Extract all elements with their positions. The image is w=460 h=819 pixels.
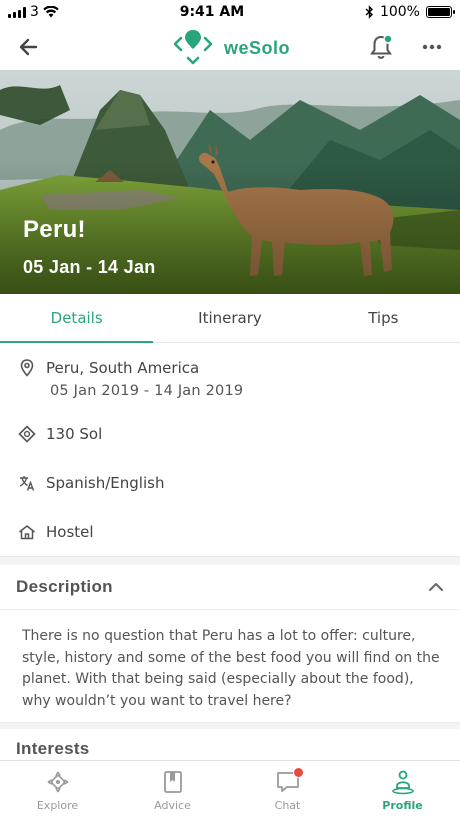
location-pin-icon: [18, 359, 36, 377]
logo-icon: [173, 30, 213, 65]
language-row: Spanish/English: [18, 458, 460, 507]
section-divider: [0, 722, 460, 729]
nav-explore[interactable]: Explore: [0, 761, 115, 819]
interests-title: Interests: [16, 739, 90, 758]
tab-tips[interactable]: Tips: [307, 294, 460, 342]
bottom-nav: Explore Advice Chat Profile: [0, 760, 460, 819]
details-list: Peru, South America 05 Jan 2019 - 14 Jan…: [0, 343, 460, 556]
description-header[interactable]: Description: [0, 565, 460, 609]
notification-bell-icon[interactable]: [368, 33, 394, 61]
budget-text: 130 Sol: [46, 424, 103, 443]
budget-row: 130 Sol: [18, 409, 460, 458]
tab-details[interactable]: Details: [0, 294, 153, 342]
wifi-icon: [43, 6, 59, 18]
chevron-up-icon[interactable]: [428, 582, 444, 592]
language-text: Spanish/English: [46, 473, 165, 492]
explore-icon: [47, 771, 68, 793]
back-arrow-icon[interactable]: [16, 34, 42, 60]
more-options-icon[interactable]: [422, 44, 442, 50]
status-bar: 3 9:41 AM 100%: [0, 0, 460, 24]
carrier-label: 3: [30, 4, 39, 20]
house-icon: [18, 523, 36, 541]
active-tab-indicator: [0, 341, 153, 343]
chat-badge: [292, 767, 304, 778]
trip-title: Peru!: [23, 216, 86, 243]
price-tag-icon: [18, 424, 36, 443]
status-left: 3: [8, 4, 59, 20]
accommodation-text: Hostel: [46, 522, 94, 541]
trip-dates: 05 Jan - 14 Jan: [23, 257, 156, 277]
description-body: There is no question that Peru has a lot…: [0, 609, 460, 722]
nav-profile-label: Profile: [382, 799, 423, 812]
book-icon: [163, 771, 182, 793]
brand-logo: weSolo: [172, 28, 290, 68]
nav-advice-label: Advice: [154, 799, 191, 812]
nav-chat-label: Chat: [274, 799, 301, 812]
nav-profile[interactable]: Profile: [345, 761, 460, 819]
profile-icon: [391, 770, 414, 795]
nav-explore-label: Explore: [36, 799, 79, 812]
hero-banner: Peru! 05 Jan - 14 Jan: [0, 70, 460, 294]
battery-icon: [425, 6, 455, 18]
bluetooth-icon: [365, 5, 373, 19]
accommodation-row: Hostel: [18, 507, 460, 556]
status-time: 9:41 AM: [179, 4, 245, 20]
battery-percent: 100%: [379, 4, 420, 20]
status-right: 100%: [365, 4, 455, 20]
location-row: Peru, South America 05 Jan 2019 - 14 Jan…: [18, 343, 460, 399]
signal-icon: [8, 6, 26, 18]
tab-bar: Details Itinerary Tips: [0, 294, 460, 343]
top-nav: weSolo: [0, 24, 460, 70]
nav-advice[interactable]: Advice: [115, 761, 230, 819]
nav-chat[interactable]: Chat: [230, 761, 345, 819]
date-range-text: 05 Jan 2019 - 14 Jan 2019: [50, 383, 244, 399]
section-divider: [0, 556, 460, 565]
location-text: Peru, South America: [46, 359, 200, 377]
tab-itinerary[interactable]: Itinerary: [153, 294, 306, 342]
brand-name: weSolo: [224, 37, 291, 58]
chat-icon-wrap: [275, 767, 304, 795]
translate-icon: [18, 474, 36, 492]
description-title: Description: [16, 577, 113, 596]
